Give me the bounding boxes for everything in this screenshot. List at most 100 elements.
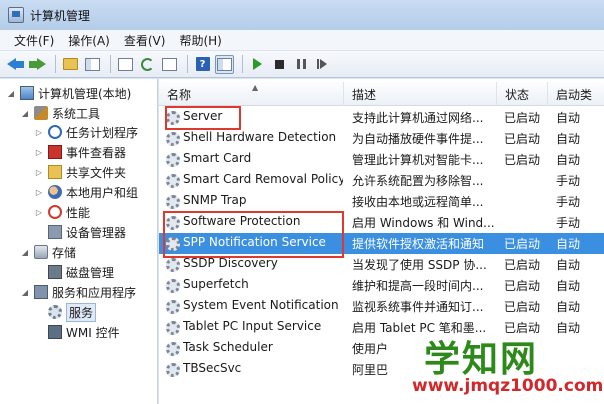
menu-help[interactable]: 帮助(H) — [179, 32, 221, 49]
service-name: Task Scheduler — [183, 340, 273, 354]
title-bar: 计算机管理 — [0, 0, 604, 30]
service-description: 当发现了使用 SSDP 协... — [352, 258, 487, 272]
column-header-name[interactable]: 名称 — [159, 82, 344, 106]
tree-item-services-and-apps[interactable]: ◢ 服务和应用程序 — [20, 282, 136, 302]
show-hide-action-pane-button[interactable] — [215, 54, 234, 74]
service-name: Software Protection — [183, 214, 301, 228]
pause-service-button[interactable] — [292, 55, 311, 74]
tree-item-label: 系统工具 — [52, 106, 101, 121]
tree-item-label: 共享文件夹 — [66, 165, 127, 180]
refresh-button[interactable] — [138, 55, 157, 74]
tree-item-event-viewer[interactable]: ▷ 事件查看器 — [34, 142, 126, 162]
watermark: 学知网 www.jmqz1000.com — [412, 330, 603, 402]
tree-collapse-arrow-icon[interactable]: ◢ — [20, 248, 30, 257]
service-description: 允许系统配置为移除智... — [352, 174, 484, 188]
service-status: 已启动 — [504, 300, 541, 314]
service-name: Smart Card — [183, 151, 252, 165]
tree-item-label: 本地用户和组 — [66, 185, 139, 200]
service-status: 已启动 — [504, 279, 541, 293]
service-startup-type: 自动 — [556, 237, 581, 251]
computer-management-icon — [8, 7, 24, 23]
tree-expand-arrow-icon[interactable]: ▷ — [34, 128, 44, 137]
tree-item-shared-folders[interactable]: ▷ 共享文件夹 — [34, 162, 126, 182]
tree-item-disk-management[interactable]: 磁盘管理 — [48, 262, 114, 282]
tree-item-performance[interactable]: ▷ 性能 — [34, 202, 90, 222]
tree-collapse-arrow-icon[interactable]: ◢ — [20, 109, 30, 118]
service-description: 接收由本地或远程简单... — [352, 195, 484, 209]
service-name: SNMP Trap — [183, 193, 247, 207]
service-startup-type: 自动 — [556, 153, 581, 167]
tree-collapse-arrow-icon[interactable]: ◢ — [20, 288, 30, 297]
tree-expand-arrow-icon[interactable]: ▷ — [34, 208, 44, 217]
window-title: 计算机管理 — [30, 8, 91, 23]
table-row[interactable]: Software Protection 启用 Windows 和 Wind...… — [159, 212, 604, 233]
export-list-button[interactable] — [160, 55, 179, 74]
toolbar-separator — [242, 55, 243, 73]
service-name: Tablet PC Input Service — [183, 319, 322, 333]
service-gear-icon — [166, 258, 180, 272]
clock-icon — [48, 125, 62, 139]
service-gear-icon — [166, 174, 180, 188]
service-gear-icon — [166, 132, 180, 146]
tree-item-label: 服务 — [66, 302, 97, 322]
service-gear-icon — [166, 153, 180, 167]
menu-action[interactable]: 操作(A) — [68, 32, 110, 49]
service-name: Server — [183, 109, 223, 123]
tree-item-label: 存储 — [52, 245, 77, 260]
show-console-tree-button[interactable] — [83, 55, 102, 74]
tree-expand-arrow-icon[interactable]: ▷ — [34, 148, 44, 157]
help-button[interactable]: ? — [193, 55, 212, 74]
properties-button[interactable] — [116, 55, 135, 74]
tree-collapse-arrow-icon[interactable]: ◢ — [6, 89, 16, 98]
pause-icon — [297, 59, 306, 69]
tree-item-label: 磁盘管理 — [66, 265, 115, 280]
tree-item-device-manager[interactable]: 设备管理器 — [48, 222, 126, 242]
tree-item-computer-management[interactable]: ◢ 计算机管理(本地) — [6, 83, 131, 103]
tree-item-services[interactable]: 服务 — [48, 302, 97, 322]
table-row[interactable]: SSDP Discovery 当发现了使用 SSDP 协... 已启动 自动 — [159, 254, 604, 275]
table-row[interactable]: Smart Card Removal Policy 允许系统配置为移除智... … — [159, 170, 604, 191]
table-row[interactable]: Superfetch 维护和提高一段时间内... 已启动 自动 — [159, 275, 604, 296]
service-gear-icon — [166, 279, 180, 293]
service-gear-icon — [166, 195, 180, 209]
service-startup-type: 手动 — [556, 195, 581, 209]
service-status: 已启动 — [504, 258, 541, 272]
service-name: System Event Notification ... — [183, 298, 343, 312]
stop-service-button[interactable] — [270, 55, 289, 74]
table-row[interactable]: Server 支持此计算机通过网络... 已启动 自动 — [159, 107, 604, 128]
menu-view[interactable]: 查看(V) — [124, 32, 166, 49]
table-row-selected[interactable]: SPP Notification Service 提供软件授权激活和通知 已启动… — [159, 233, 604, 254]
up-one-level-button[interactable] — [61, 55, 80, 74]
show-hide-pane-icon — [217, 57, 232, 71]
service-startup-type: 自动 — [556, 111, 581, 125]
tree-item-system-tools[interactable]: ◢ 系统工具 — [20, 103, 100, 123]
service-name: TBSecSvc — [183, 361, 242, 375]
column-header-status[interactable]: 状态 — [497, 82, 548, 106]
tree-expand-arrow-icon[interactable]: ▷ — [34, 188, 44, 197]
service-gear-icon — [166, 216, 180, 230]
column-header-description[interactable]: 描述 — [344, 82, 497, 106]
tree-item-task-scheduler[interactable]: ▷ 任务计划程序 — [34, 122, 138, 142]
service-startup-type: 自动 — [556, 300, 581, 314]
forward-button[interactable] — [28, 55, 47, 74]
menu-file[interactable]: 文件(F) — [14, 32, 54, 49]
start-service-button[interactable] — [248, 55, 267, 74]
service-description: 监视系统事件并通知订... — [352, 300, 484, 314]
tree-item-storage[interactable]: ◢ 存储 — [20, 242, 76, 262]
table-row[interactable]: Shell Hardware Detection 为自动播放硬件事件提... 已… — [159, 128, 604, 149]
tree-item-wmi-control[interactable]: WMI 控件 — [48, 322, 120, 342]
tree-item-label: 设备管理器 — [66, 225, 127, 240]
table-row[interactable]: System Event Notification ... 监视系统事件并通知订… — [159, 296, 604, 317]
service-status: 已启动 — [504, 132, 541, 146]
restart-service-button[interactable] — [314, 55, 333, 74]
table-row[interactable]: SNMP Trap 接收由本地或远程简单... 手动 — [159, 191, 604, 212]
event-log-icon — [48, 145, 62, 159]
tree-expand-arrow-icon[interactable]: ▷ — [34, 168, 44, 177]
back-button[interactable] — [6, 55, 25, 74]
tree-item-local-users-groups[interactable]: ▷ 本地用户和组 — [34, 182, 138, 202]
column-header-startup-type[interactable]: 启动类 — [548, 82, 604, 106]
service-status: 已启动 — [504, 111, 541, 125]
service-status: 已启动 — [504, 153, 541, 167]
table-row[interactable]: Smart Card 管理此计算机对智能卡... 已启动 自动 — [159, 149, 604, 170]
service-startup-type: 自动 — [556, 279, 581, 293]
